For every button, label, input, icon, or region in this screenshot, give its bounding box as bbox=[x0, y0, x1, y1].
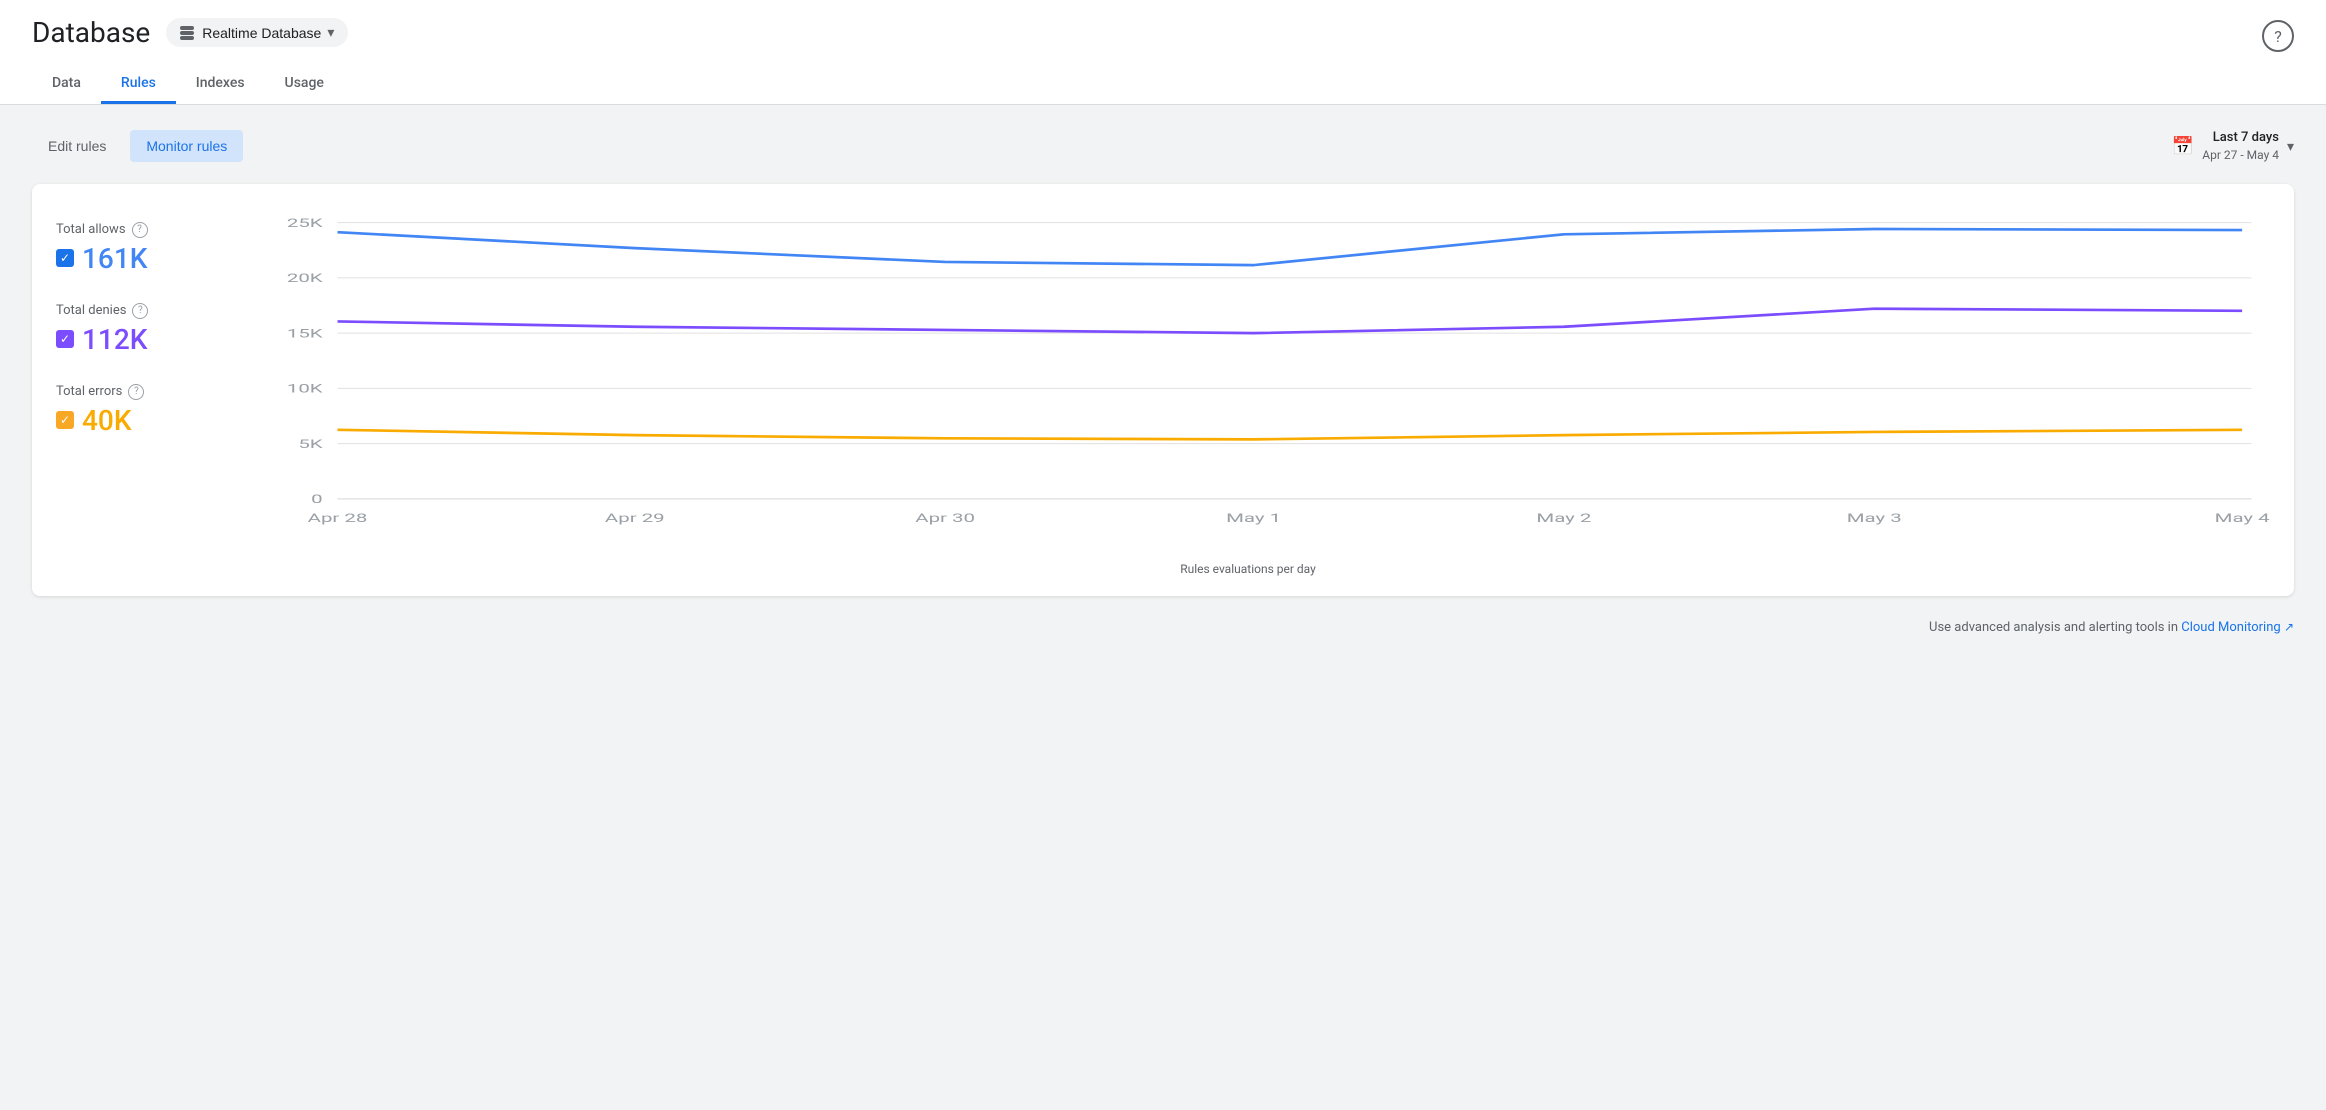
main-content: Edit rules Monitor rules 📅 Last 7 days A… bbox=[0, 105, 2326, 659]
legend-denies: Total denies ? ✓ 112K bbox=[56, 303, 226, 356]
svg-text:5K: 5K bbox=[298, 438, 323, 451]
chart-legend: Total allows ? ✓ 161K Total denies ? ✓ bbox=[56, 212, 226, 576]
footer-note: Use advanced analysis and alerting tools… bbox=[32, 620, 2294, 635]
monitor-rules-button[interactable]: Monitor rules bbox=[130, 130, 243, 162]
toolbar-right: 📅 Last 7 days Apr 27 - May 4 ▾ bbox=[2172, 129, 2294, 164]
chart-area: 25K 20K 15K 10K 5K 0 bbox=[226, 212, 2270, 576]
svg-text:25K: 25K bbox=[287, 217, 323, 230]
date-dropdown-button[interactable]: ▾ bbox=[2287, 138, 2294, 155]
allows-checkbox[interactable]: ✓ bbox=[56, 249, 74, 267]
tabs-nav: Data Rules Indexes Usage bbox=[32, 65, 2294, 104]
denies-checkbox[interactable]: ✓ bbox=[56, 330, 74, 348]
svg-text:20K: 20K bbox=[287, 272, 323, 285]
svg-text:Apr 29: Apr 29 bbox=[605, 512, 665, 525]
page-title: Database bbox=[32, 16, 150, 49]
errors-checkbox[interactable]: ✓ bbox=[56, 411, 74, 429]
db-selector-button[interactable]: Realtime Database ▾ bbox=[166, 18, 348, 47]
legend-allows: Total allows ? ✓ 161K bbox=[56, 222, 226, 275]
legend-errors: Total errors ? ✓ 40K bbox=[56, 384, 226, 437]
errors-help-icon[interactable]: ? bbox=[128, 384, 144, 400]
chart-x-axis-label: Rules evaluations per day bbox=[226, 562, 2270, 576]
errors-label: Total errors bbox=[56, 384, 122, 399]
svg-text:10K: 10K bbox=[287, 383, 323, 396]
date-range-label: Last 7 days bbox=[2202, 129, 2279, 147]
allows-label: Total allows bbox=[56, 222, 126, 237]
top-bar: Database Realtime Database ▾ Data Rules … bbox=[0, 0, 2326, 105]
allows-value: 161K bbox=[82, 242, 147, 275]
stacked-layers-icon bbox=[180, 26, 194, 40]
title-row: Database Realtime Database ▾ bbox=[32, 16, 2294, 49]
svg-text:May 2: May 2 bbox=[1536, 512, 1591, 525]
svg-text:Apr 30: Apr 30 bbox=[915, 512, 975, 525]
help-button[interactable]: ? bbox=[2262, 20, 2294, 52]
external-link-icon: ↗ bbox=[2284, 620, 2294, 634]
tab-rules[interactable]: Rules bbox=[101, 65, 176, 104]
errors-value: 40K bbox=[82, 404, 132, 437]
svg-text:0: 0 bbox=[311, 493, 322, 506]
svg-text:Apr 28: Apr 28 bbox=[308, 512, 368, 525]
denies-help-icon[interactable]: ? bbox=[132, 303, 148, 319]
svg-text:15K: 15K bbox=[287, 328, 323, 341]
tab-indexes[interactable]: Indexes bbox=[176, 65, 265, 104]
chart-svg: 25K 20K 15K 10K 5K 0 bbox=[226, 212, 2270, 552]
cloud-monitoring-link[interactable]: Cloud Monitoring bbox=[2181, 620, 2280, 635]
chart-inner: Total allows ? ✓ 161K Total denies ? ✓ bbox=[56, 212, 2270, 576]
chevron-down-icon: ▾ bbox=[327, 24, 334, 41]
tab-usage[interactable]: Usage bbox=[265, 65, 344, 104]
edit-rules-button[interactable]: Edit rules bbox=[32, 130, 122, 162]
svg-text:May 4: May 4 bbox=[2215, 512, 2270, 525]
denies-label: Total denies bbox=[56, 303, 126, 318]
tab-data[interactable]: Data bbox=[32, 65, 101, 104]
toolbar: Edit rules Monitor rules 📅 Last 7 days A… bbox=[32, 129, 2294, 164]
toolbar-left: Edit rules Monitor rules bbox=[32, 130, 243, 162]
date-range-sub: Apr 27 - May 4 bbox=[2202, 147, 2279, 164]
chart-card: Total allows ? ✓ 161K Total denies ? ✓ bbox=[32, 184, 2294, 596]
footer-text: Use advanced analysis and alerting tools… bbox=[1929, 620, 2181, 635]
denies-value: 112K bbox=[82, 323, 147, 356]
svg-text:May 3: May 3 bbox=[1847, 512, 1902, 525]
calendar-icon: 📅 bbox=[2172, 136, 2194, 157]
allows-help-icon[interactable]: ? bbox=[132, 222, 148, 238]
db-selector-label: Realtime Database bbox=[202, 25, 321, 41]
svg-text:May 1: May 1 bbox=[1226, 512, 1281, 525]
date-range: Last 7 days Apr 27 - May 4 bbox=[2202, 129, 2279, 164]
